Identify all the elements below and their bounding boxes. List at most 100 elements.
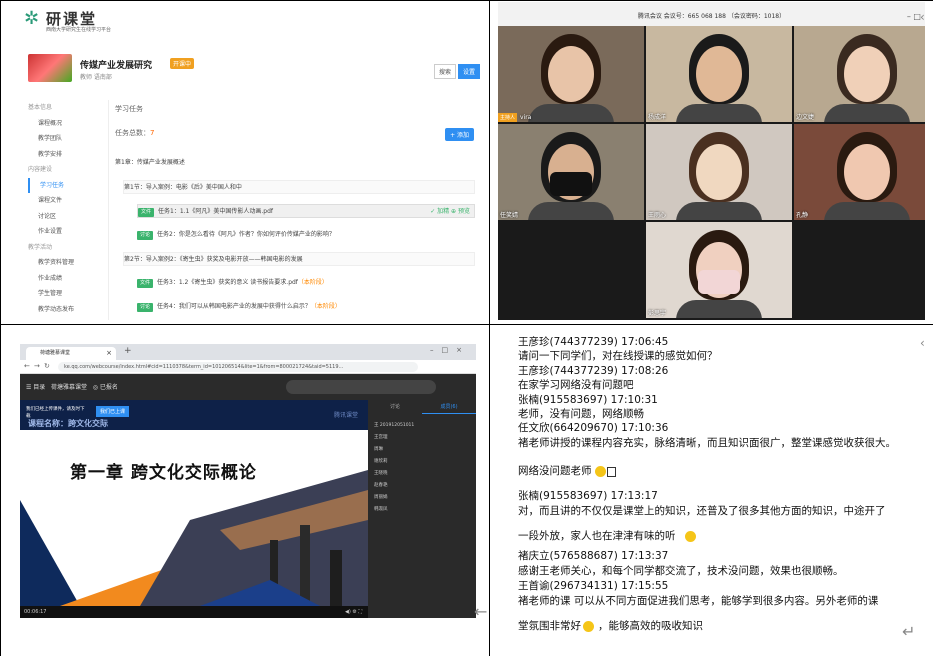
- forward-icon[interactable]: →: [34, 362, 40, 370]
- slide-blue-shape: [20, 500, 80, 606]
- new-tab-icon[interactable]: +: [124, 346, 132, 356]
- class-started-button[interactable]: 我们已上课: [96, 406, 130, 417]
- task-row[interactable]: 文件 任务3：1.2《寄生虫》获奖的意义 读书报告要求.pdf（本阶段）: [137, 276, 475, 290]
- tab-members[interactable]: 成员(6): [422, 400, 476, 414]
- sidebar-item[interactable]: 课程文件: [28, 193, 98, 209]
- participant-face: [844, 144, 890, 200]
- task-type-tag: 讨论: [137, 231, 154, 240]
- member-item[interactable]: 周琳: [374, 446, 383, 452]
- task-row[interactable]: 第1章：传媒产业发展概述: [115, 156, 475, 170]
- search-button[interactable]: 搜索: [433, 64, 456, 79]
- participant-name: 彭思宇: [648, 310, 667, 317]
- sidebar-item[interactable]: 学习任务: [28, 177, 98, 193]
- task-type-tag: 文件: [137, 279, 154, 288]
- browser-tab[interactable]: 荷塘雅慕课堂 ×: [26, 347, 116, 360]
- member-item[interactable]: 赵春艳: [374, 482, 388, 488]
- sidebar-item[interactable]: 教学资料管理: [28, 255, 98, 271]
- chat-log-panel: 王彦珍(744377239) 17:06:45 请问一下同学们，对在线授课的感觉如…: [498, 328, 925, 648]
- sidebar-item[interactable]: 作业成绩: [28, 271, 98, 287]
- meeting-title-bar: 腾讯会议 会议号：665 068 188 （会议密码：1018） – □: [498, 2, 925, 26]
- task-row[interactable]: 讨论 任务2：你是怎么看待《阿凡》作者？你如何评价传媒产业的影响？: [137, 228, 475, 242]
- volume-settings-fullscreen-icons[interactable]: ◀) ⚙ ⛶: [345, 606, 362, 618]
- menu-class-name[interactable]: 荷塘雅慕课堂: [51, 384, 87, 391]
- classroom-search[interactable]: [286, 380, 436, 394]
- tab-title: 荷塘雅慕课堂: [40, 350, 71, 356]
- add-task-button[interactable]: + 添加: [445, 128, 474, 141]
- placeholder-box-icon: [607, 467, 616, 477]
- member-item[interactable]: 韩淑凤: [374, 506, 388, 512]
- participant-body: [528, 104, 614, 122]
- participant-tile[interactable]: 孔静: [794, 124, 925, 220]
- slide-building: [300, 525, 310, 606]
- course-banner-text: 课程名称：跨文化交际: [28, 419, 108, 428]
- url-field[interactable]: ke.qq.com/webcourse/index.html#cid=11103…: [58, 362, 418, 372]
- participant-tile[interactable]: 王雨心: [646, 124, 792, 220]
- logo-subtitle: 西南大学研究生在线学习平台: [46, 27, 112, 33]
- task-row-text: 任务1：1.1《阿凡》美中国传影人动画.pdf: [158, 208, 274, 215]
- settings-button[interactable]: 设置: [457, 64, 480, 79]
- menu-catalog[interactable]: ☰ 目录: [26, 384, 45, 391]
- sidebar-item[interactable]: 教学动态发布: [28, 302, 98, 318]
- chat-line: 张楠(915583697) 17:10:31: [518, 394, 658, 406]
- sidebar-item[interactable]: 作业设置: [28, 224, 98, 240]
- participant-body: [824, 202, 910, 220]
- participant-tile[interactable]: 彭思宇: [646, 222, 792, 318]
- task-actions[interactable]: ✓ 加精 ⊕ 预览: [430, 205, 470, 219]
- sidebar-item[interactable]: 讨论区: [28, 209, 98, 225]
- player-controls[interactable]: 00:06:17 ◀) ⚙ ⛶: [20, 606, 368, 618]
- chat-line: ，能够高效的吸收知识: [598, 620, 703, 632]
- task-count: 任务总数：7: [115, 128, 154, 138]
- participant-body: [676, 104, 762, 122]
- task-row-text: 第1章：传媒产业发展概述: [115, 159, 185, 166]
- chat-line: 感谢王老师关心，和每个同学都交流了，技术没问题，效果也很顺畅。: [518, 565, 844, 577]
- slide-building: [330, 550, 342, 606]
- chat-line: 褚老师讲授的课程内容充实，脉络清晰，而且知识面很广，整堂课感觉收获很大。: [518, 437, 896, 449]
- participant-body: [528, 202, 614, 220]
- sidebar-item[interactable]: 教学安排: [28, 147, 98, 163]
- task-row[interactable]: 讨论 任务4：我们可以从韩国电影产业的发展中获得什么启示？（本阶段）: [137, 300, 475, 314]
- participant-face: [844, 46, 890, 102]
- task-row[interactable]: 文件 任务1：1.1《阿凡》美中国传影人动画.pdf ✓ 加精 ⊕ 预览: [137, 204, 475, 218]
- collapse-arrow-icon: ‹: [920, 10, 925, 24]
- face-mask: [550, 172, 592, 196]
- video-player[interactable]: 我们已经上传课件，请及时下载 我们已上课 课程名称：跨文化交际 腾讯课堂 第一章…: [20, 400, 368, 618]
- member-item[interactable]: 周丽娟: [374, 494, 388, 500]
- tab-discussion[interactable]: 讨论: [368, 400, 422, 414]
- window-controls[interactable]: –□×: [430, 346, 470, 354]
- participant-name: vira: [520, 114, 532, 121]
- sidebar-item[interactable]: 学生管理: [28, 286, 98, 302]
- chat-line: 老师，没有问题，网络顺畅: [518, 408, 644, 420]
- task-row[interactable]: 第1节：导入案例：电影《后》美中国人和中: [123, 180, 475, 194]
- chat-tabs: 讨论 成员(6): [368, 400, 476, 414]
- sidebar-item[interactable]: 教学团队: [28, 131, 98, 147]
- participant-tile[interactable]: 任笑婧: [498, 124, 644, 220]
- chat-line: 网络没问题老师: [518, 465, 592, 477]
- member-item[interactable]: 王 201912051011: [374, 422, 414, 428]
- menu-enrolled[interactable]: ◎ 已报名: [93, 384, 118, 391]
- participant-tile[interactable]: 杨成洋: [646, 26, 792, 122]
- course-card: 传媒产业发展研究 开课中 教师 语南部 搜索 设置: [28, 54, 480, 86]
- left-arrow-icon: ←: [474, 602, 488, 621]
- participant-name: 杨成洋: [648, 114, 667, 121]
- close-tab-icon[interactable]: ×: [106, 347, 112, 360]
- member-item[interactable]: 王晓晓: [374, 470, 388, 476]
- participant-body: [676, 300, 762, 318]
- task-count-value: 7: [150, 129, 155, 137]
- chat-line: 堂氛围非常好: [518, 620, 581, 632]
- collapse-arrow-icon: ‹: [920, 336, 925, 350]
- task-row[interactable]: 第2节：导入案例2：《寄生虫》获奖及电影开放——韩国电影的发展: [123, 252, 475, 266]
- participant-name: 任笑婧: [500, 212, 519, 219]
- reload-icon[interactable]: ↻: [44, 362, 50, 370]
- task-row-text: 第1节：导入案例：电影《后》美中国人和中: [124, 184, 242, 191]
- member-item[interactable]: 王宫理: [374, 434, 388, 440]
- sidebar-item[interactable]: 课程概况: [28, 116, 98, 132]
- slide-graphic: [20, 470, 368, 606]
- participant-tile[interactable]: 主持人 vira: [498, 26, 644, 122]
- back-icon[interactable]: ←: [24, 362, 30, 370]
- participant-face: [696, 46, 742, 102]
- member-item[interactable]: 谢欣莉: [374, 458, 388, 464]
- chat-line: 对，而且讲的不仅仅是课堂上的知识，还普及了很多其他方面的知识，中途开了: [518, 505, 886, 517]
- participant-name: 王雨心: [648, 212, 667, 219]
- slide-banner: 我们已经上传课件，请及时下载 我们已上课 课程名称：跨文化交际 腾讯课堂: [20, 400, 368, 430]
- participant-tile[interactable]: 边文婕: [794, 26, 925, 122]
